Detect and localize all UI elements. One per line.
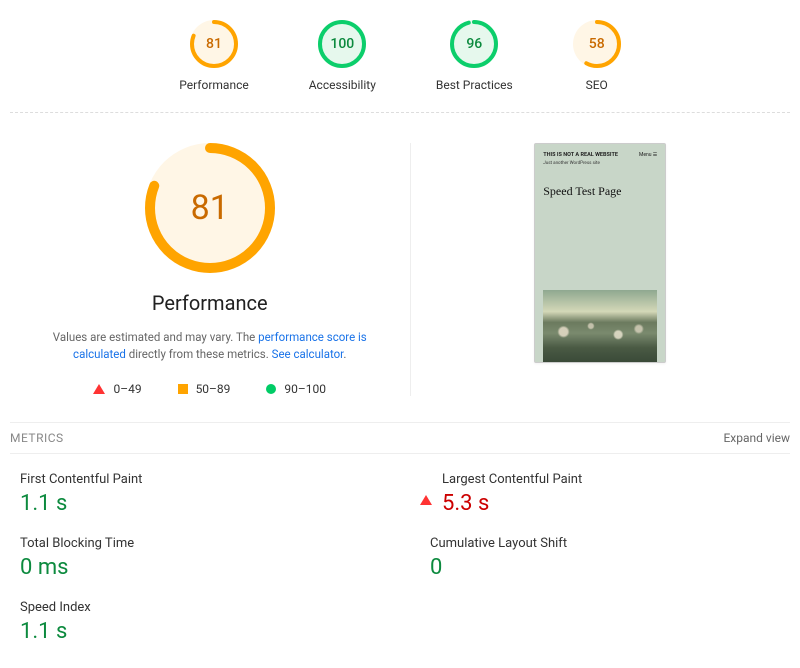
score-label: Performance: [179, 78, 248, 92]
metric-name: Largest Contentful Paint: [442, 472, 582, 487]
legend-range: 90–100: [284, 382, 326, 396]
gauge-icon: 96: [450, 20, 498, 68]
see-calculator-link[interactable]: See calculator: [272, 347, 344, 361]
metric-first-contentful-paint: First Contentful Paint 1.1 s: [10, 466, 380, 530]
gauge-value: 81: [145, 143, 275, 273]
expand-view-button[interactable]: Expand view: [723, 431, 790, 445]
category-scores-row: 81 Performance 100 Accessibility 96 Best Pr…: [10, 10, 790, 113]
legend-range: 50–89: [196, 382, 231, 396]
performance-gauge: 81: [145, 143, 275, 273]
screenshot-column: THIS IS NOT A REAL WEBSITE Menu ☰ Just a…: [411, 143, 791, 396]
performance-description: Values are estimated and may vary. The p…: [40, 329, 380, 364]
performance-panel: 81 Performance Values are estimated and …: [10, 143, 411, 396]
legend-item-circle: 90–100: [266, 382, 326, 396]
preview-menu: Menu ☰: [639, 152, 657, 159]
square-icon: [178, 384, 188, 394]
score-value: 58: [573, 20, 621, 68]
desc-text: Values are estimated and may vary. The: [53, 330, 258, 344]
period: .: [343, 347, 346, 361]
metric-value: 0 ms: [20, 555, 134, 580]
score-value: 81: [190, 20, 238, 68]
category-score-best-practices[interactable]: 96 Best Practices: [436, 20, 513, 92]
metric-largest-contentful-paint: Largest Contentful Paint 5.3 s: [420, 466, 790, 530]
metric-value: 0: [430, 555, 567, 580]
metrics-section-title: METRICS: [10, 431, 64, 445]
score-legend: 0–49 50–89 90–100: [93, 382, 326, 396]
score-label: SEO: [586, 78, 608, 92]
page-screenshot: THIS IS NOT A REAL WEBSITE Menu ☰ Just a…: [534, 143, 666, 363]
category-score-performance[interactable]: 81 Performance: [179, 20, 248, 92]
metric-total-blocking-time: Total Blocking Time 0 ms: [10, 530, 380, 594]
preview-site-title: THIS IS NOT A REAL WEBSITE: [543, 152, 618, 159]
category-score-accessibility[interactable]: 100 Accessibility: [309, 20, 376, 92]
metric-cumulative-layout-shift: Cumulative Layout Shift 0: [420, 530, 790, 594]
preview-tagline: Just another WordPress site: [543, 161, 657, 166]
legend-range: 0–49: [113, 382, 141, 396]
triangle-icon: [93, 384, 105, 394]
metric-value: 5.3 s: [442, 491, 582, 516]
performance-title: Performance: [152, 291, 268, 315]
metrics-grid: First Contentful Paint 1.1 s Largest Conte…: [10, 454, 790, 658]
metric-value: 1.1 s: [20, 619, 91, 644]
metric-name: Total Blocking Time: [20, 536, 134, 551]
score-label: Best Practices: [436, 78, 513, 92]
desc-text-2: directly from these metrics.: [126, 347, 272, 361]
circle-icon: [266, 384, 276, 394]
score-value: 96: [450, 20, 498, 68]
gauge-icon: 100: [318, 20, 366, 68]
legend-item-triangle: 0–49: [93, 382, 141, 396]
score-value: 100: [318, 20, 366, 68]
metric-value: 1.1 s: [20, 491, 142, 516]
legend-item-square: 50–89: [178, 382, 231, 396]
score-label: Accessibility: [309, 78, 376, 92]
metric-speed-index: Speed Index 1.1 s: [10, 594, 380, 658]
category-score-seo[interactable]: 58 SEO: [573, 20, 621, 92]
preview-page-heading: Speed Test Page: [543, 184, 657, 200]
metric-name: Speed Index: [20, 600, 91, 615]
gauge-icon: 58: [573, 20, 621, 68]
gauge-icon: 81: [190, 20, 238, 68]
preview-hero-image: [543, 290, 657, 362]
metric-name: Cumulative Layout Shift: [430, 536, 567, 551]
triangle-icon: [420, 476, 432, 505]
metric-name: First Contentful Paint: [20, 472, 142, 487]
